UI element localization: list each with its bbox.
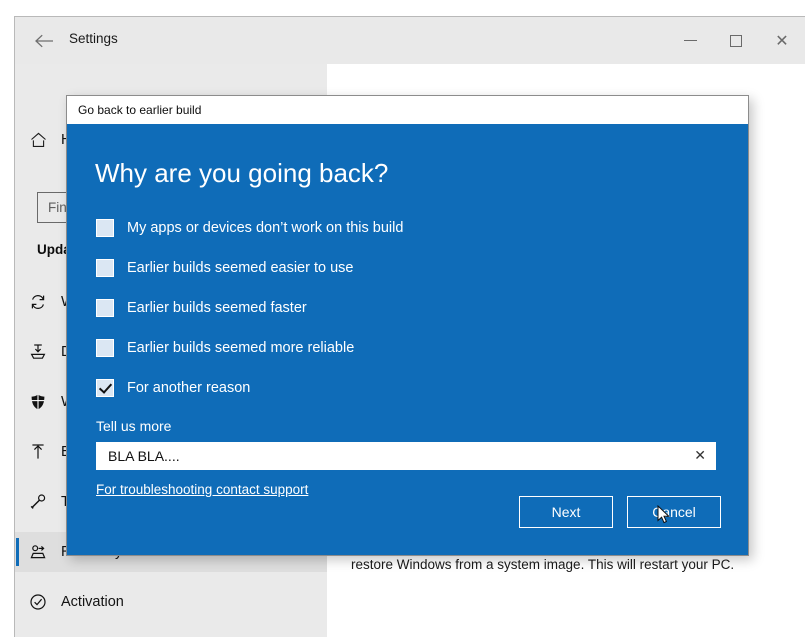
close-button[interactable]: ✕ [759,17,805,64]
sidebar-item-activation[interactable]: Activation [15,582,327,622]
reason-option-row[interactable]: Earlier builds seemed faster [96,298,716,318]
checkbox-seemed-faster[interactable] [96,299,114,317]
clear-icon[interactable]: ✕ [694,449,706,463]
recovery-icon [15,543,61,561]
go-back-dialog: Go back to earlier build Why are you goi… [66,95,749,556]
dialog-title: Go back to earlier build [78,103,202,117]
close-icon: ✕ [775,30,789,50]
reason-option-label: Earlier builds seemed faster [127,300,307,316]
dialog-button-row: Next Cancel [519,496,721,528]
next-button[interactable]: Next [519,496,613,528]
screen-root: Settings ✕ Home [0,0,805,637]
tell-us-more-value: BLA BLA.... [108,448,180,464]
refresh-icon [15,293,61,311]
section-paragraph-secondary: restore Windows from a system image. Thi… [351,557,735,572]
reason-option-label: Earlier builds seemed more reliable [127,340,355,356]
minimize-button[interactable] [667,17,713,64]
backup-upload-icon [15,443,61,461]
back-arrow-icon[interactable] [31,29,57,53]
contact-support-link[interactable]: For troubleshooting contact support [96,482,308,497]
cancel-button[interactable]: Cancel [627,496,721,528]
dialog-body: Why are you going back? My apps or devic… [67,124,748,555]
window-title: Settings [69,31,118,46]
reason-option-row[interactable]: Earlier builds seemed easier to use [96,258,716,278]
reason-option-label: Earlier builds seemed easier to use [127,260,354,276]
reason-option-row[interactable]: For another reason [96,378,716,398]
checkbox-more-reliable[interactable] [96,339,114,357]
sidebar-item-label: Activation [61,594,124,610]
reason-option-label: For another reason [127,380,251,396]
maximize-icon [730,34,742,47]
sidebar-item-find-my-device[interactable]: Find my device [15,632,327,637]
tell-us-more-input[interactable]: BLA BLA.... ✕ [96,442,716,470]
check-circle-icon [15,593,61,611]
maximize-button[interactable] [713,17,759,64]
reason-option-list: My apps or devices don’t work on this bu… [96,218,716,418]
checkbox-another-reason[interactable] [96,379,114,397]
wrench-icon [15,493,61,511]
reason-option-label: My apps or devices don’t work on this bu… [127,220,404,236]
dialog-titlebar: Go back to earlier build [67,96,748,124]
shield-icon [15,393,61,411]
minimize-icon [683,40,697,41]
window-controls: ✕ [667,17,805,64]
reason-option-row[interactable]: Earlier builds seemed more reliable [96,338,716,358]
window-titlebar: Settings ✕ [15,17,805,64]
dialog-heading: Why are you going back? [95,158,389,188]
tell-us-more-label: Tell us more [96,418,172,434]
delivery-optimization-icon [15,343,61,361]
checkbox-apps-devices[interactable] [96,219,114,237]
home-icon [15,132,61,148]
checkbox-easier-to-use[interactable] [96,259,114,277]
reason-option-row[interactable]: My apps or devices don’t work on this bu… [96,218,716,238]
